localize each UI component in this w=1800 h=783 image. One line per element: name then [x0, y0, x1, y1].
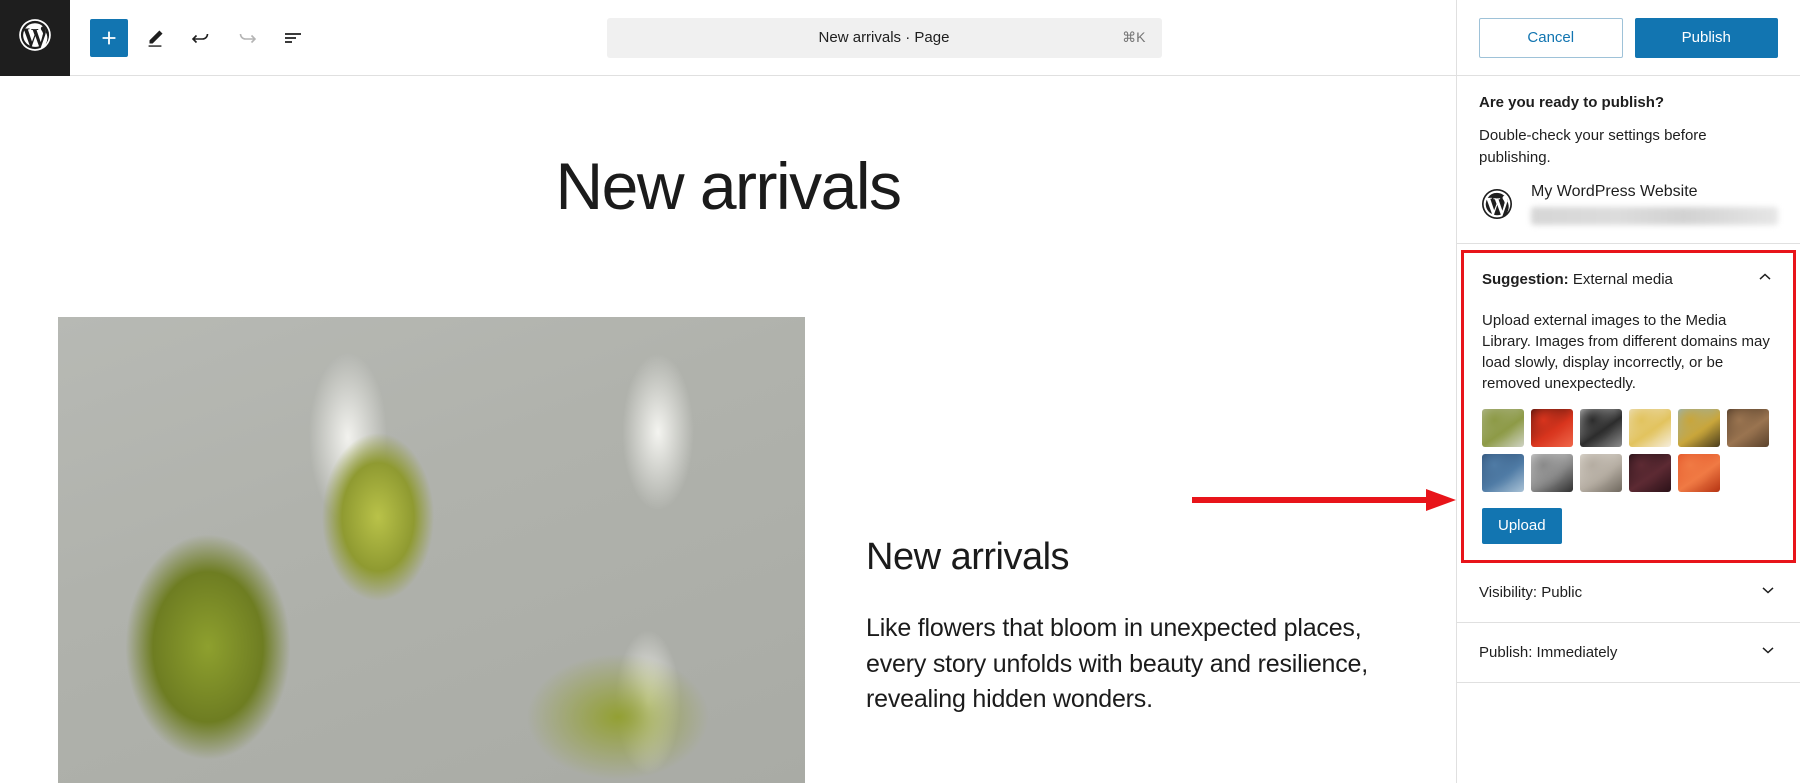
suggestion-panel-title: Suggestion: External media [1482, 271, 1673, 288]
chevron-up-icon[interactable] [1755, 267, 1775, 292]
undo-button[interactable] [182, 19, 220, 57]
thumbnail-parthenon[interactable] [1580, 453, 1622, 492]
chevron-down-icon[interactable] [1758, 580, 1778, 605]
editor-top-bar: New arrivals · Page ⌘K [0, 0, 1456, 76]
suggestion-label-value: External media [1572, 270, 1673, 288]
upload-button[interactable]: Upload [1482, 507, 1562, 544]
editor-toolbar [70, 18, 312, 57]
publish-sidebar: Cancel Publish Are you ready to publish?… [1456, 0, 1800, 783]
publish-date-row[interactable]: Publish: Immediately [1457, 623, 1800, 683]
thumbnail-blue-landscape[interactable] [1482, 453, 1524, 492]
plus-icon [98, 27, 120, 49]
thumbnail-bw-figure[interactable] [1531, 453, 1573, 492]
site-info-row: My WordPress Website [1457, 169, 1800, 244]
site-url-redacted [1531, 206, 1778, 225]
hero-image-block[interactable] [58, 317, 805, 783]
thumbnail-bw-vase[interactable] [1580, 408, 1622, 447]
redo-button[interactable] [228, 19, 266, 57]
publish-intro-description: Double-check your settings before publis… [1479, 127, 1707, 166]
thumbnail-red-abstract[interactable] [1531, 408, 1573, 447]
edit-tool-button[interactable] [136, 19, 174, 57]
publish-intro: Are you ready to publish? Double-check y… [1457, 76, 1800, 169]
suggestion-panel-toggle[interactable]: Suggestion: External media [1464, 253, 1793, 302]
cancel-button[interactable]: Cancel [1479, 17, 1623, 58]
thumbnail-orange-texture[interactable] [1678, 453, 1720, 492]
add-block-button[interactable] [90, 18, 128, 57]
command-shortcut-hint: ⌘K [1122, 29, 1146, 45]
wordpress-editor-window: New arrivals · Page ⌘K New arrivals New … [0, 0, 1800, 783]
chevron-down-icon[interactable] [1758, 640, 1778, 665]
list-view-icon [281, 26, 305, 50]
suggestion-panel-body: Upload external images to the Media Libr… [1482, 311, 1770, 393]
pencil-icon [144, 27, 166, 49]
suggestion-external-media-panel: Suggestion: External media Upload extern… [1461, 249, 1796, 563]
visibility-row[interactable]: Visibility: Public [1457, 563, 1800, 623]
wordpress-logo-button[interactable] [0, 0, 70, 76]
external-media-thumbnail-grid [1464, 395, 1793, 492]
publish-intro-title: Are you ready to publish? [1479, 94, 1665, 111]
thumbnail-yellow-leaf[interactable] [1629, 408, 1671, 447]
editor-canvas: New arrivals New arrivals Like flowers t… [0, 76, 1456, 783]
publish-date-row-label: Publish: Immediately [1479, 643, 1618, 661]
document-title: New arrivals · Page [818, 29, 950, 46]
sidebar-header: Cancel Publish [1457, 0, 1800, 76]
document-bar-wrapper: New arrivals · Page ⌘K [312, 17, 1456, 58]
publish-button[interactable]: Publish [1634, 17, 1778, 58]
thumbnail-dark-portrait[interactable] [1629, 453, 1671, 492]
undo-arrow-icon [189, 26, 213, 50]
suggestion-label-prefix: Suggestion: [1482, 270, 1569, 288]
site-meta: My WordPress Website [1531, 183, 1778, 225]
thumbnail-sepia-portrait[interactable] [1727, 408, 1769, 447]
thumbnail-field-tree[interactable] [1678, 408, 1720, 447]
site-name: My WordPress Website [1531, 182, 1698, 200]
redo-arrow-icon [235, 26, 259, 50]
section-paragraph[interactable]: Like flowers that bloom in unexpected pl… [866, 611, 1386, 718]
section-heading[interactable]: New arrivals [866, 536, 1070, 579]
wordpress-logo-icon [1479, 186, 1515, 222]
thumbnail-green-leaves[interactable] [1482, 408, 1524, 447]
command-center-bar[interactable]: New arrivals · Page ⌘K [606, 17, 1162, 58]
document-overview-button[interactable] [274, 19, 312, 57]
wordpress-logo-icon [16, 16, 54, 59]
page-title[interactable]: New arrivals [0, 148, 1456, 224]
visibility-row-label: Visibility: Public [1479, 583, 1583, 601]
